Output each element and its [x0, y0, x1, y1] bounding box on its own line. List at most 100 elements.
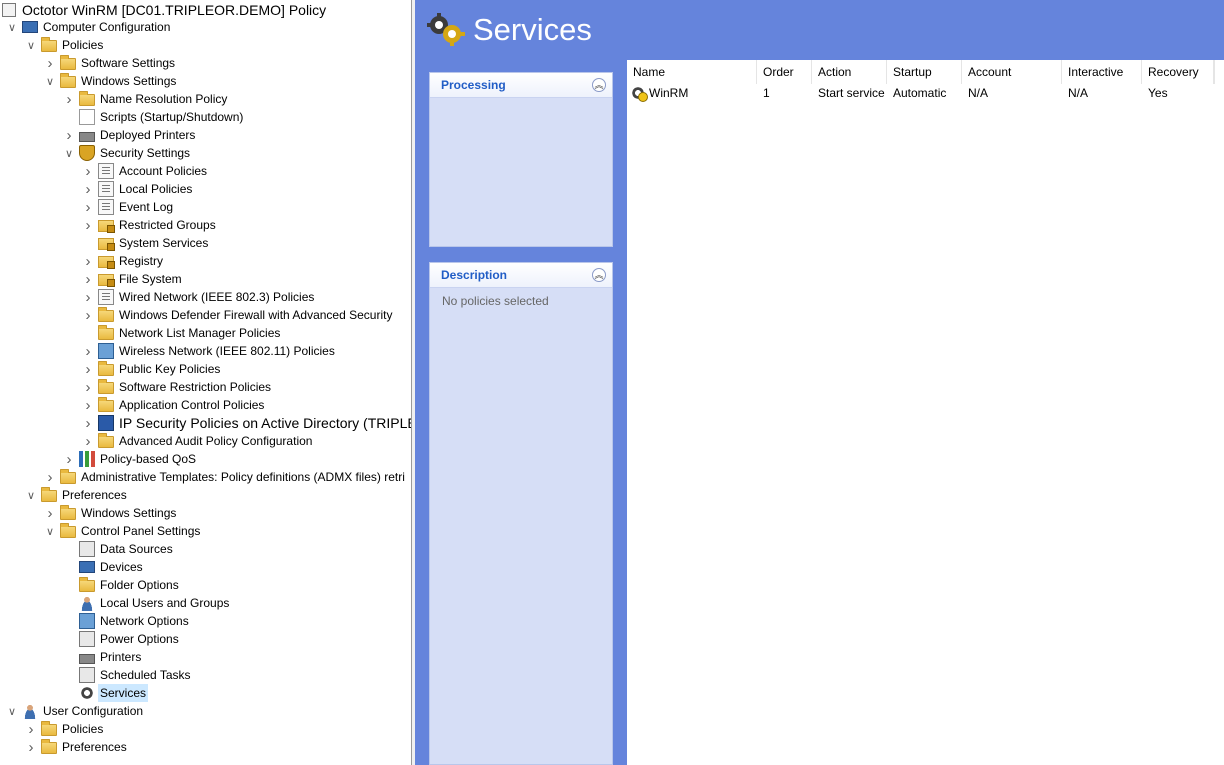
description-panel: Description ︽ No policies selected: [429, 262, 613, 765]
tree-item-registry[interactable]: › Registry: [80, 252, 165, 270]
tree-item-name-resolution-policy[interactable]: › Name Resolution Policy: [61, 90, 229, 108]
processing-panel-header[interactable]: Processing ︽: [430, 73, 612, 98]
tree-item-windows-settings[interactable]: ∨ Windows Settings: [42, 72, 178, 90]
chevron-right-icon[interactable]: ›: [80, 432, 96, 450]
chevron-right-icon[interactable]: ›: [23, 720, 39, 738]
tree-item-ip-security-policies-on-active-directory-tripleor[interactable]: › IP Security Policies on Active Director…: [80, 414, 412, 432]
tree-item-system-services[interactable]: System Services: [80, 234, 210, 252]
column-header-recovery[interactable]: Recovery: [1142, 60, 1214, 84]
tree-item-software-restriction-policies[interactable]: › Software Restriction Policies: [80, 378, 273, 396]
tree-item-advanced-audit-policy-configuration[interactable]: › Advanced Audit Policy Configuration: [80, 432, 314, 450]
description-panel-title: Description: [441, 268, 508, 282]
tree-item-label: Scripts (Startup/Shutdown): [100, 110, 244, 124]
chevron-right-icon[interactable]: ›: [23, 738, 39, 756]
tree-item-label: Local Policies: [119, 182, 193, 196]
chevron-right-icon[interactable]: ›: [80, 342, 96, 360]
chevron-down-icon[interactable]: ∨: [42, 72, 58, 90]
chevron-right-icon[interactable]: ›: [42, 54, 58, 72]
tree-item-windows-defender-firewall-with-advanced-security[interactable]: › Windows Defender Firewall with Advanced…: [80, 306, 394, 324]
chevron-right-icon[interactable]: ›: [80, 198, 96, 216]
column-header-account[interactable]: Account: [962, 60, 1062, 84]
tree-item-administrative-templates-policy-definitions-admx-files-retri[interactable]: › Administrative Templates: Policy defini…: [42, 468, 407, 486]
tree-item-preferences[interactable]: › Preferences: [23, 738, 129, 756]
tree-item-preferences[interactable]: ∨ Preferences: [23, 486, 129, 504]
chevron-right-icon[interactable]: ›: [80, 162, 96, 180]
chevron-right-icon[interactable]: ›: [80, 180, 96, 198]
chevron-right-icon[interactable]: ›: [80, 378, 96, 396]
tree-item-power-options[interactable]: Power Options: [61, 630, 181, 648]
collapse-icon[interactable]: ︽: [592, 78, 606, 92]
chevron-down-icon[interactable]: ∨: [4, 702, 20, 720]
tree-item-software-settings[interactable]: › Software Settings: [42, 54, 177, 72]
collapse-icon[interactable]: ︽: [592, 268, 606, 282]
chevron-right-icon[interactable]: ›: [80, 288, 96, 306]
cell-action: Start service: [818, 86, 885, 100]
chevron-down-icon[interactable]: ∨: [61, 144, 77, 162]
chevron-down-icon[interactable]: ∨: [23, 36, 39, 54]
chevron-right-icon[interactable]: ›: [61, 90, 77, 108]
tree-item-security-settings[interactable]: ∨ Security Settings: [61, 144, 192, 162]
chevron-right-icon[interactable]: ›: [80, 252, 96, 270]
tree-item-services[interactable]: Services: [61, 684, 149, 702]
tree-item-label: Policy-based QoS: [100, 452, 197, 466]
ipsec-icon: [98, 415, 114, 431]
chevron-right-icon[interactable]: ›: [80, 306, 96, 324]
tree-item-data-sources[interactable]: Data Sources: [61, 540, 175, 558]
services-list: Name Order Action Startup Account Interactive…: [627, 60, 1224, 765]
tree-item-restricted-groups[interactable]: › Restricted Groups: [80, 216, 218, 234]
chevron-right-icon[interactable]: ›: [80, 396, 96, 414]
tree-item-network-options[interactable]: Network Options: [61, 612, 191, 630]
column-header-action[interactable]: Action: [812, 60, 887, 84]
tree-item-policy-based-qos[interactable]: › Policy-based QoS: [61, 450, 198, 468]
tree-item-deployed-printers[interactable]: › Deployed Printers: [61, 126, 197, 144]
chevron-down-icon[interactable]: ∨: [4, 18, 20, 36]
tree-item-local-policies[interactable]: › Local Policies: [80, 180, 194, 198]
tree-item-control-panel-settings[interactable]: ∨ Control Panel Settings: [42, 522, 202, 540]
tree-item-network-list-manager-policies[interactable]: Network List Manager Policies: [80, 324, 282, 342]
chevron-right-icon[interactable]: ›: [42, 504, 58, 522]
cell-interactive: N/A: [1068, 86, 1089, 100]
table-row[interactable]: WinRM 1 Start service Automatic N/A N/A Yes: [627, 84, 1224, 102]
chevron-right-icon[interactable]: ›: [61, 126, 77, 144]
chevron-right-icon[interactable]: ›: [80, 216, 96, 234]
tree-item-wireless-network-ieee-802-11-policies[interactable]: › Wireless Network (IEEE 802.11) Policies: [80, 342, 337, 360]
tree-item-label: Folder Options: [100, 578, 179, 592]
tree-item-printers[interactable]: Printers: [61, 648, 143, 666]
script-icon: [79, 109, 95, 125]
tree-item-wired-network-ieee-802-3-policies[interactable]: › Wired Network (IEEE 802.3) Policies: [80, 288, 316, 306]
column-header-startup[interactable]: Startup: [887, 60, 962, 84]
tree-item-computer-configuration[interactable]: ∨ Computer Configuration: [4, 18, 172, 36]
chevron-right-icon[interactable]: ›: [80, 270, 96, 288]
description-text: No policies selected: [442, 294, 549, 308]
tree-item-public-key-policies[interactable]: › Public Key Policies: [80, 360, 222, 378]
tree-item-scheduled-tasks[interactable]: Scheduled Tasks: [61, 666, 193, 684]
tree-item-application-control-policies[interactable]: › Application Control Policies: [80, 396, 266, 414]
column-header-order[interactable]: Order: [757, 60, 812, 84]
tree-item-folder-options[interactable]: Folder Options: [61, 576, 181, 594]
tree-item-label: Printers: [100, 650, 142, 664]
tree-root[interactable]: Octotor WinRM [DC01.TRIPLEOR.DEMO] Polic…: [2, 2, 326, 18]
description-panel-header[interactable]: Description ︽: [430, 263, 612, 288]
column-header-name[interactable]: Name: [627, 60, 757, 84]
chevron-down-icon[interactable]: ∨: [23, 486, 39, 504]
column-header-interactive[interactable]: Interactive: [1062, 60, 1142, 84]
chevron-right-icon[interactable]: ›: [80, 360, 96, 378]
chevron-right-icon[interactable]: ›: [80, 414, 96, 432]
chevron-right-icon[interactable]: ›: [42, 468, 58, 486]
tree-item-devices[interactable]: Devices: [61, 558, 145, 576]
tree-item-account-policies[interactable]: › Account Policies: [80, 162, 209, 180]
tree-item-windows-settings[interactable]: › Windows Settings: [42, 504, 178, 522]
chevron-down-icon[interactable]: ∨: [42, 522, 58, 540]
chevron-right-icon[interactable]: ›: [61, 450, 77, 468]
tree-item-event-log[interactable]: › Event Log: [80, 198, 175, 216]
computer-icon: [22, 21, 38, 33]
tree-item-policies[interactable]: › Policies: [23, 720, 105, 738]
folder-icon: [98, 307, 114, 322]
tree-item-user-configuration[interactable]: ∨ User Configuration: [4, 702, 145, 720]
processing-panel: Processing ︽: [429, 72, 613, 247]
tree-item-policies[interactable]: ∨ Policies: [23, 36, 105, 54]
tree-item-scripts-startup-shutdown[interactable]: Scripts (Startup/Shutdown): [61, 108, 245, 126]
tree-item-file-system[interactable]: › File System: [80, 270, 184, 288]
tree-item-local-users-and-groups[interactable]: Local Users and Groups: [61, 594, 231, 612]
